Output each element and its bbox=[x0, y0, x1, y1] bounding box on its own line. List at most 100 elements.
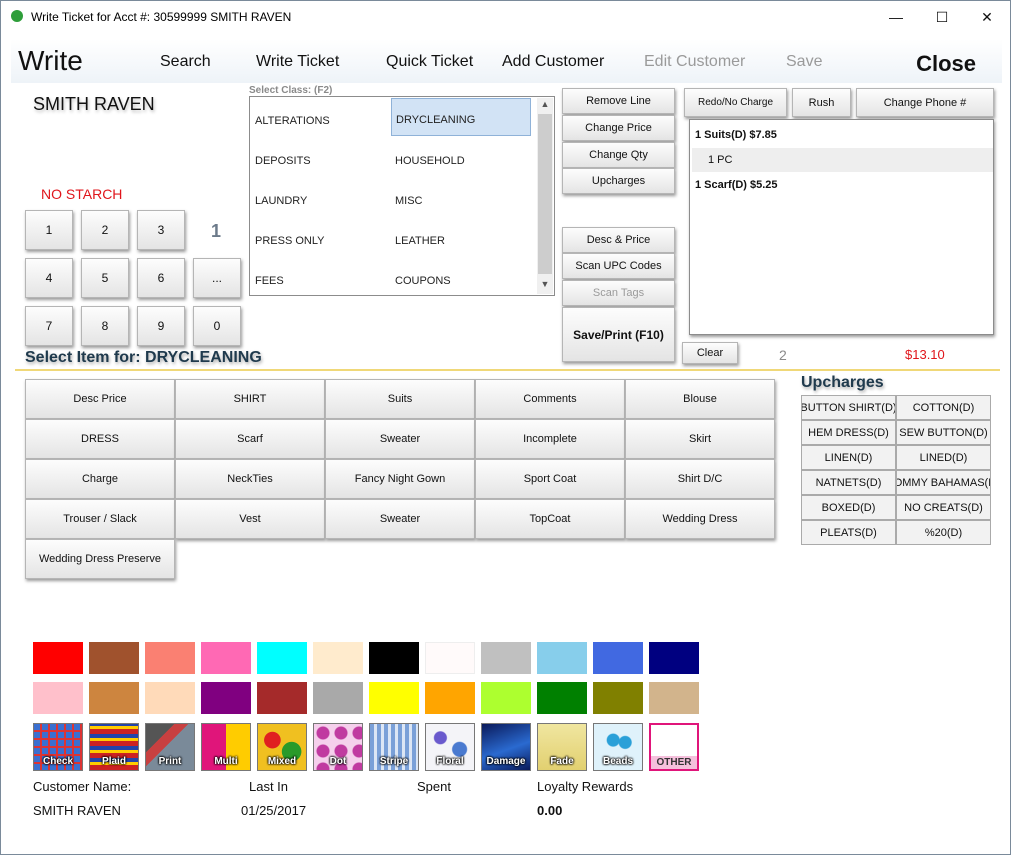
scroll-up-icon[interactable]: ▲ bbox=[537, 99, 553, 113]
class-item-misc[interactable]: MISC bbox=[391, 180, 531, 218]
menu-close[interactable]: Close bbox=[916, 51, 976, 77]
keypad-more[interactable]: ... bbox=[193, 258, 241, 298]
item-shirt-dc[interactable]: Shirt D/C bbox=[625, 459, 775, 499]
beads-pattern-icon[interactable]: Beads bbox=[593, 723, 643, 771]
color-swatch-row2-4[interactable] bbox=[201, 682, 251, 714]
item-trouser-slack[interactable]: Trouser / Slack bbox=[25, 499, 175, 539]
remove-line-button[interactable]: Remove Line bbox=[562, 88, 675, 114]
item-vest[interactable]: Vest bbox=[175, 499, 325, 539]
class-item-leather[interactable]: LEATHER bbox=[391, 220, 531, 258]
keypad-4[interactable]: 4 bbox=[25, 258, 73, 298]
stripe-pattern-icon[interactable]: Stripe bbox=[369, 723, 419, 771]
keypad-6[interactable]: 6 bbox=[137, 258, 185, 298]
item-sweater[interactable]: Sweater bbox=[325, 419, 475, 459]
item-wedding-dress-preserve[interactable]: Wedding Dress Preserve bbox=[25, 539, 175, 579]
color-swatch-row1-8[interactable] bbox=[425, 642, 475, 674]
class-item-press-only[interactable]: PRESS ONLY bbox=[251, 220, 391, 258]
upcharges-button[interactable]: Upcharges bbox=[562, 168, 675, 194]
class-item-deposits[interactable]: DEPOSITS bbox=[251, 140, 391, 178]
keypad-0[interactable]: 0 bbox=[193, 306, 241, 346]
change-phone-button[interactable]: Change Phone # bbox=[856, 88, 994, 117]
upcharge-percent-20[interactable]: %20(D) bbox=[896, 520, 991, 545]
color-swatch-row2-1[interactable] bbox=[33, 682, 83, 714]
upcharge-no-creats[interactable]: NO CREATS(D) bbox=[896, 495, 991, 520]
minimize-button[interactable]: — bbox=[873, 1, 919, 33]
upcharge-button-shirt[interactable]: BUTTON SHIRT(D) bbox=[801, 395, 896, 420]
keypad-1[interactable]: 1 bbox=[25, 210, 73, 250]
color-swatch-row2-2[interactable] bbox=[89, 682, 139, 714]
desc-price-button[interactable]: Desc & Price bbox=[562, 227, 675, 253]
keypad-3[interactable]: 3 bbox=[137, 210, 185, 250]
item-skirt[interactable]: Skirt bbox=[625, 419, 775, 459]
upcharge-pleats[interactable]: PLEATS(D) bbox=[801, 520, 896, 545]
menu-quick-ticket[interactable]: Quick Ticket bbox=[386, 53, 473, 71]
color-swatch-row2-10[interactable] bbox=[537, 682, 587, 714]
multi-pattern-icon[interactable]: Multi bbox=[201, 723, 251, 771]
upcharge-tommy-bahamas[interactable]: TOMMY BAHAMAS(D) bbox=[896, 470, 991, 495]
upcharge-cotton[interactable]: COTTON(D) bbox=[896, 395, 991, 420]
upcharge-boxed[interactable]: BOXED(D) bbox=[801, 495, 896, 520]
color-swatch-row1-9[interactable] bbox=[481, 642, 531, 674]
keypad-8[interactable]: 8 bbox=[81, 306, 129, 346]
class-item-alterations[interactable]: ALTERATIONS bbox=[251, 100, 391, 138]
menu-search[interactable]: Search bbox=[160, 53, 211, 71]
floral-pattern-icon[interactable]: Floral bbox=[425, 723, 475, 771]
class-listbox[interactable]: ALTERATIONS DRYCLEANING DEPOSITS HOUSEHO… bbox=[249, 96, 555, 296]
class-item-laundry[interactable]: LAUNDRY bbox=[251, 180, 391, 218]
class-item-coupons[interactable]: COUPONS bbox=[391, 260, 531, 298]
plaid-pattern-icon[interactable]: Plaid bbox=[89, 723, 139, 771]
color-swatch-row1-5[interactable] bbox=[257, 642, 307, 674]
color-swatch-row2-5[interactable] bbox=[257, 682, 307, 714]
item-sweater-2[interactable]: Sweater bbox=[325, 499, 475, 539]
scroll-thumb[interactable] bbox=[538, 114, 552, 274]
maximize-button[interactable]: ☐ bbox=[919, 1, 965, 33]
menu-write-ticket[interactable]: Write Ticket bbox=[256, 53, 339, 71]
item-wedding-dress[interactable]: Wedding Dress bbox=[625, 499, 775, 539]
keypad-9[interactable]: 9 bbox=[137, 306, 185, 346]
item-incomplete[interactable]: Incomplete bbox=[475, 419, 625, 459]
save-print-button[interactable]: Save/Print (F10) bbox=[562, 307, 675, 362]
item-sport-coat[interactable]: Sport Coat bbox=[475, 459, 625, 499]
item-shirt[interactable]: SHIRT bbox=[175, 379, 325, 419]
ticket-line-suits-pieces[interactable]: 1 PC bbox=[692, 148, 993, 172]
other-pattern-icon[interactable]: OTHER bbox=[649, 723, 699, 771]
color-swatch-row1-3[interactable] bbox=[145, 642, 195, 674]
keypad-5[interactable]: 5 bbox=[81, 258, 129, 298]
keypad-7[interactable]: 7 bbox=[25, 306, 73, 346]
scan-upc-button[interactable]: Scan UPC Codes bbox=[562, 253, 675, 279]
color-swatch-row2-9[interactable] bbox=[481, 682, 531, 714]
damage-pattern-icon[interactable]: Damage bbox=[481, 723, 531, 771]
dot-pattern-icon[interactable]: Dot bbox=[313, 723, 363, 771]
change-qty-button[interactable]: Change Qty bbox=[562, 142, 675, 168]
clear-button[interactable]: Clear bbox=[682, 342, 738, 364]
ticket-line-suits[interactable]: 1 Suits(D) $7.85 bbox=[692, 123, 993, 147]
item-scarf[interactable]: Scarf bbox=[175, 419, 325, 459]
rush-button[interactable]: Rush bbox=[792, 88, 851, 117]
keypad-2[interactable]: 2 bbox=[81, 210, 129, 250]
color-swatch-row1-12[interactable] bbox=[649, 642, 699, 674]
color-swatch-row1-10[interactable] bbox=[537, 642, 587, 674]
color-swatch-row2-6[interactable] bbox=[313, 682, 363, 714]
color-swatch-row2-3[interactable] bbox=[145, 682, 195, 714]
upcharge-hem-dress[interactable]: HEM DRESS(D) bbox=[801, 420, 896, 445]
item-charge[interactable]: Charge bbox=[25, 459, 175, 499]
item-suits[interactable]: Suits bbox=[325, 379, 475, 419]
upcharge-linen[interactable]: LINEN(D) bbox=[801, 445, 896, 470]
window-close-button[interactable]: ✕ bbox=[964, 1, 1010, 33]
color-swatch-row1-11[interactable] bbox=[593, 642, 643, 674]
class-item-fees[interactable]: FEES bbox=[251, 260, 391, 298]
ticket-lines-list[interactable]: 1 Suits(D) $7.85 1 PC 1 Scarf(D) $5.25 bbox=[689, 119, 994, 335]
item-topcoat[interactable]: TopCoat bbox=[475, 499, 625, 539]
class-item-drycleaning[interactable]: DRYCLEANING bbox=[391, 98, 531, 136]
mixed-pattern-icon[interactable]: Mixed bbox=[257, 723, 307, 771]
color-swatch-row2-12[interactable] bbox=[649, 682, 699, 714]
ticket-line-scarf[interactable]: 1 Scarf(D) $5.25 bbox=[692, 173, 993, 197]
print-pattern-icon[interactable]: Print bbox=[145, 723, 195, 771]
change-price-button[interactable]: Change Price bbox=[562, 115, 675, 141]
upcharge-lined[interactable]: LINED(D) bbox=[896, 445, 991, 470]
item-neckties[interactable]: NeckTies bbox=[175, 459, 325, 499]
menu-add-customer[interactable]: Add Customer bbox=[502, 53, 604, 71]
color-swatch-row1-7[interactable] bbox=[369, 642, 419, 674]
color-swatch-row2-11[interactable] bbox=[593, 682, 643, 714]
fade-pattern-icon[interactable]: Fade bbox=[537, 723, 587, 771]
